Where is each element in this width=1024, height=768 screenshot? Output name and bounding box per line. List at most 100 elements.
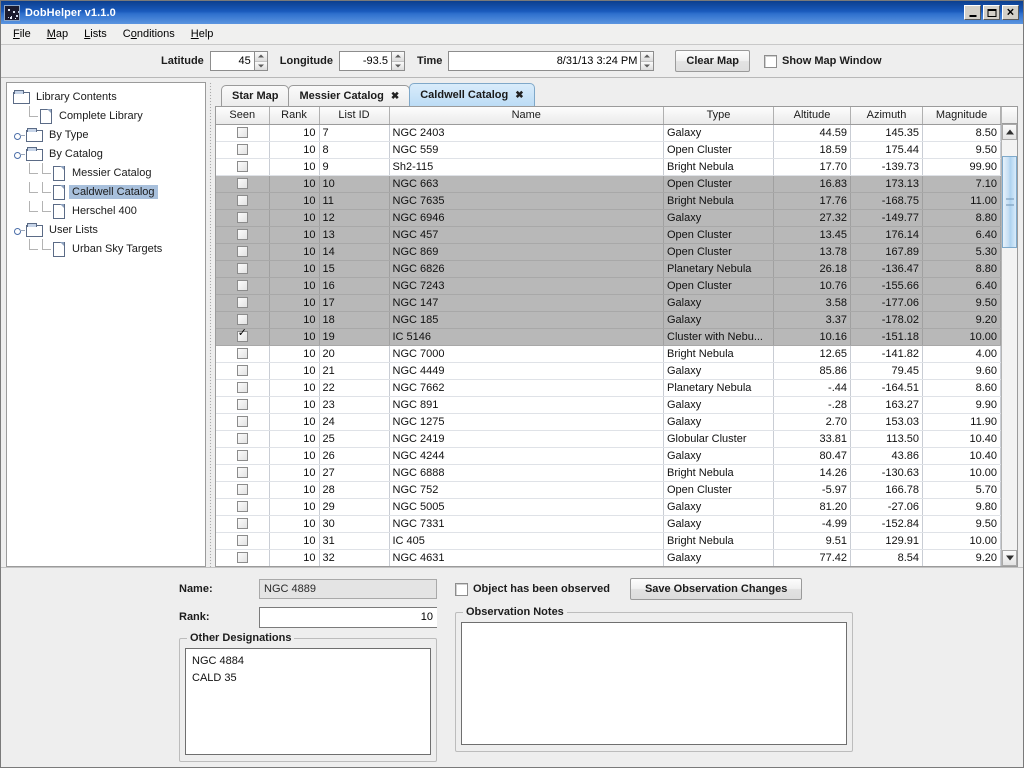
- table-row[interactable]: 10 28 NGC 752 Open Cluster -5.97 166.78 5.70: [216, 481, 1001, 499]
- tree-item-user-lists[interactable]: User Lists: [13, 220, 205, 239]
- row-seen-checkbox[interactable]: [216, 481, 270, 499]
- row-seen-checkbox[interactable]: [216, 515, 270, 533]
- minimize-button[interactable]: [964, 5, 981, 20]
- row-seen-checkbox[interactable]: [216, 549, 270, 566]
- row-seen-checkbox[interactable]: [216, 311, 270, 329]
- table-header-list-id[interactable]: List ID: [319, 107, 390, 125]
- longitude-input[interactable]: -93.5: [338, 51, 391, 71]
- checkbox-unchecked-icon[interactable]: [236, 212, 248, 224]
- table-row[interactable]: 10 24 NGC 1275 Galaxy 2.70 153.03 11.90: [216, 413, 1001, 431]
- tree-expand-handle[interactable]: [13, 220, 26, 239]
- tab-caldwell-catalog[interactable]: Caldwell Catalog ✖: [409, 83, 535, 106]
- table-row[interactable]: 10 29 NGC 5005 Galaxy 81.20 -27.06 9.80: [216, 498, 1001, 516]
- table-row[interactable]: 10 17 NGC 147 Galaxy 3.58 -177.06 9.50: [216, 294, 1001, 312]
- checkbox-unchecked-icon[interactable]: [236, 518, 248, 530]
- table-header-azimuth[interactable]: Azimuth: [850, 107, 923, 125]
- tree-item-caldwell-catalog[interactable]: Caldwell Catalog: [13, 182, 205, 201]
- longitude-spinner[interactable]: -93.5: [338, 51, 405, 71]
- maximize-button[interactable]: [983, 5, 1000, 20]
- table-row[interactable]: 10 7 NGC 2403 Galaxy 44.59 145.35 8.50: [216, 124, 1001, 142]
- checkbox-unchecked-icon[interactable]: [236, 484, 248, 496]
- checkbox-unchecked-icon[interactable]: [236, 246, 248, 258]
- row-seen-checkbox[interactable]: [216, 192, 270, 210]
- save-observation-changes-button[interactable]: Save Observation Changes: [629, 578, 803, 600]
- row-seen-checkbox[interactable]: [216, 345, 270, 363]
- checkbox-unchecked-icon[interactable]: [236, 280, 248, 292]
- scroll-down-button[interactable]: [1002, 550, 1017, 566]
- show-map-window-checkbox[interactable]: Show Map Window: [764, 54, 882, 68]
- time-spinner-arrows[interactable]: [640, 51, 655, 71]
- time-spinner[interactable]: 8/31/13 3:24 PM: [448, 51, 655, 71]
- scroll-track[interactable]: [1002, 140, 1017, 550]
- row-seen-checkbox[interactable]: [216, 277, 270, 295]
- clear-map-button[interactable]: Clear Map: [675, 50, 750, 72]
- row-seen-checkbox[interactable]: [216, 124, 270, 142]
- table-header-name[interactable]: Name: [389, 107, 664, 125]
- table-row[interactable]: 10 10 NGC 663 Open Cluster 16.83 173.13 7.10: [216, 175, 1001, 193]
- tab-messier-catalog[interactable]: Messier Catalog ✖: [288, 85, 411, 106]
- row-seen-checkbox[interactable]: [216, 498, 270, 516]
- menu-map[interactable]: Map: [39, 26, 76, 42]
- latitude-input[interactable]: 45: [209, 51, 254, 71]
- row-seen-checkbox[interactable]: [216, 226, 270, 244]
- checkbox-unchecked-icon[interactable]: [236, 263, 248, 275]
- table-row[interactable]: 10 21 NGC 4449 Galaxy 85.86 79.45 9.60: [216, 362, 1001, 380]
- longitude-up-arrow[interactable]: [391, 52, 404, 62]
- row-seen-checkbox[interactable]: [216, 260, 270, 278]
- checkbox-unchecked-icon[interactable]: [236, 433, 248, 445]
- table-row[interactable]: 10 16 NGC 7243 Open Cluster 10.76 -155.66 6.40: [216, 277, 1001, 295]
- checkbox-unchecked-icon[interactable]: [236, 178, 248, 190]
- row-seen-checkbox[interactable]: [216, 396, 270, 414]
- tab-close-icon[interactable]: ✖: [391, 91, 399, 102]
- scroll-up-button[interactable]: [1002, 124, 1017, 140]
- scroll-thumb[interactable]: [1002, 156, 1017, 248]
- checkbox-unchecked-icon[interactable]: [236, 297, 248, 309]
- row-seen-checkbox[interactable]: [216, 413, 270, 431]
- close-button[interactable]: ✕: [1002, 5, 1019, 20]
- checkbox-unchecked-icon[interactable]: [236, 467, 248, 479]
- row-seen-checkbox[interactable]: [216, 464, 270, 482]
- rank-input[interactable]: 10: [259, 606, 437, 628]
- table-row[interactable]: 10 22 NGC 7662 Planetary Nebula -.44 -164.51 8…: [216, 379, 1001, 397]
- checkbox-unchecked-icon[interactable]: [236, 161, 248, 173]
- table-row[interactable]: 10 18 NGC 185 Galaxy 3.37 -178.02 9.20: [216, 311, 1001, 329]
- row-seen-checkbox[interactable]: [216, 532, 270, 550]
- row-seen-checkbox[interactable]: [216, 430, 270, 448]
- tree-item-messier-catalog[interactable]: Messier Catalog: [13, 163, 205, 182]
- time-down-arrow[interactable]: [641, 61, 654, 70]
- checkbox-checked-icon[interactable]: [236, 328, 248, 343]
- table-row[interactable]: 1019IC 5146Cluster with Nebu...10.16-151…: [216, 328, 1001, 346]
- row-seen-checkbox[interactable]: [216, 362, 270, 380]
- table-row[interactable]: 10 11 NGC 7635 Bright Nebula 17.76 -168.75 11.…: [216, 192, 1001, 210]
- table-row[interactable]: 10 23 NGC 891 Galaxy -.28 163.27 9.90: [216, 396, 1001, 414]
- table-row[interactable]: 10 15 NGC 6826 Planetary Nebula 26.18 -136.47…: [216, 260, 1001, 278]
- observed-checkbox[interactable]: Object has been observed: [455, 582, 610, 596]
- longitude-spinner-arrows[interactable]: [390, 51, 405, 71]
- table-header-row[interactable]: Seen Rank List ID Name Type Altitude Azimuth Ma…: [216, 107, 1001, 125]
- table-row[interactable]: 10 9 Sh2-115 Bright Nebula 17.70 -139.73 99.90: [216, 158, 1001, 176]
- table-row[interactable]: 10 32 NGC 4631 Galaxy 77.42 8.54 9.20: [216, 549, 1001, 566]
- table-vertical-scrollbar[interactable]: [1001, 107, 1017, 566]
- row-seen-checkbox[interactable]: [216, 243, 270, 261]
- tree-item-complete-library[interactable]: Complete Library: [13, 106, 205, 125]
- latitude-spinner-arrows[interactable]: [253, 51, 268, 71]
- table-row[interactable]: 10 8 NGC 559 Open Cluster 18.59 175.44 9.50: [216, 141, 1001, 159]
- table-header-magnitude[interactable]: Magnitude: [922, 107, 1001, 125]
- row-seen-checkbox[interactable]: [216, 328, 270, 346]
- row-seen-checkbox[interactable]: [216, 141, 270, 159]
- tree-root-library-contents[interactable]: Library Contents: [13, 87, 205, 106]
- checkbox-unchecked-icon[interactable]: [236, 416, 248, 428]
- rank-spinner[interactable]: 10: [259, 606, 437, 628]
- tab-close-icon[interactable]: ✖: [515, 90, 523, 101]
- row-seen-checkbox[interactable]: [216, 294, 270, 312]
- menu-conditions[interactable]: Conditions: [115, 26, 183, 42]
- checkbox-unchecked-icon[interactable]: [236, 450, 248, 462]
- time-input[interactable]: 8/31/13 3:24 PM: [448, 51, 641, 71]
- show-map-window-checkbox-box[interactable]: [764, 54, 777, 68]
- menu-file[interactable]: File: [5, 26, 39, 42]
- menu-lists[interactable]: Lists: [76, 26, 115, 42]
- checkbox-unchecked-icon[interactable]: [236, 348, 248, 360]
- table-row[interactable]: 10 30 NGC 7331 Galaxy -4.99 -152.84 9.50: [216, 515, 1001, 533]
- table-row[interactable]: 10 12 NGC 6946 Galaxy 27.32 -149.77 8.80: [216, 209, 1001, 227]
- checkbox-unchecked-icon[interactable]: [236, 365, 248, 377]
